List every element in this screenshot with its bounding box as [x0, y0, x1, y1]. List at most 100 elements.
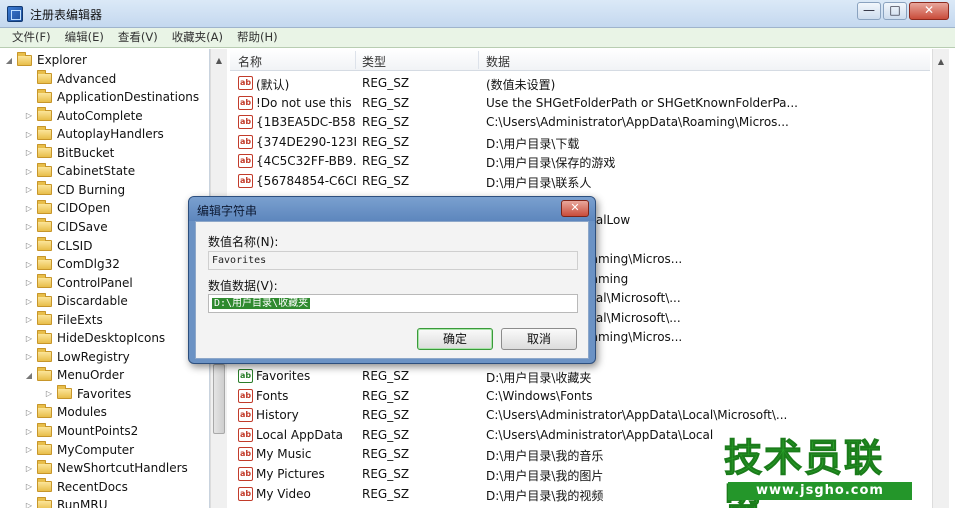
value-name: My Video	[256, 486, 311, 501]
tree-item-label: RunMRU	[57, 498, 108, 508]
tree-item-newshortcuthandlers[interactable]: ▷ NewShortcutHandlers	[24, 459, 188, 477]
expand-arrow-icon[interactable]: ▷	[24, 167, 34, 176]
menu-view[interactable]: 查看(V)	[118, 28, 158, 47]
column-divider[interactable]	[355, 51, 356, 69]
tree-item-cidsave[interactable]: ▷ CIDSave	[24, 218, 108, 236]
tree-item-fileexts[interactable]: ▷ FileExts	[24, 311, 103, 329]
tree-item-label: NewShortcutHandlers	[57, 461, 188, 476]
expand-arrow-icon[interactable]: ▷	[24, 297, 34, 306]
expand-arrow-icon[interactable]: ▷	[24, 427, 34, 436]
dialog-close-button[interactable]: ✕	[561, 200, 589, 217]
list-row[interactable]: ab{56784854-C6CB... REG_SZ D:\用户目录\联系人	[230, 172, 930, 192]
tree-item-modules[interactable]: ▷ Modules	[24, 403, 107, 421]
list-row[interactable]: ab History REG_SZ C:\Users\Administrator\Ap…	[230, 406, 930, 426]
menu-file[interactable]: 文件(F)	[12, 28, 51, 47]
scroll-up-arrow-icon[interactable]: ▲	[211, 53, 227, 69]
expand-arrow-icon[interactable]: ▷	[24, 445, 34, 454]
column-header-data[interactable]: 数据	[486, 53, 510, 70]
value-name: {56784854-C6CB...	[256, 173, 356, 188]
expand-arrow-icon[interactable]: ▷	[24, 278, 34, 287]
tree-item-discardable[interactable]: ▷ Discardable	[24, 292, 128, 310]
scroll-up-arrow-icon[interactable]: ▲	[933, 57, 949, 66]
menu-edit[interactable]: 编辑(E)	[65, 28, 104, 47]
list-row[interactable]: ab Favorites REG_SZ D:\用户目录\收藏夹	[230, 367, 930, 387]
column-header-name[interactable]: 名称	[238, 53, 262, 70]
column-divider[interactable]	[478, 51, 479, 69]
expand-arrow-icon[interactable]: ▷	[24, 260, 34, 269]
tree-item-label: BitBucket	[57, 145, 115, 160]
expand-arrow-icon[interactable]: ▷	[24, 111, 34, 120]
list-row[interactable]: ab {4C5C32FF-BB9... REG_SZ D:\用户目录\保存的游戏	[230, 152, 930, 172]
tree-item-cabinetstate[interactable]: ▷ CabinetState	[24, 162, 135, 180]
tree-item-label: ComDlg32	[57, 257, 120, 272]
tree-item-label: CLSID	[57, 238, 93, 253]
ok-button[interactable]: 确定	[417, 328, 493, 350]
tree-item-label: MyComputer	[57, 442, 135, 457]
expand-arrow-icon[interactable]: ▷	[24, 241, 34, 250]
collapse-arrow-icon[interactable]: ◢	[4, 56, 14, 65]
registry-tree: ◢ Explorer Advanced ApplicationDestinations…	[0, 49, 210, 508]
folder-icon	[37, 255, 52, 270]
value-data-input[interactable]: D:\用户目录\收藏夹	[208, 294, 578, 313]
close-button[interactable]: ✕	[909, 2, 949, 20]
list-row[interactable]: ab !Do not use this ... REG_SZ Use the SHGe…	[230, 94, 930, 114]
expand-arrow-icon[interactable]: ▷	[24, 130, 34, 139]
expand-arrow-icon[interactable]: ▷	[24, 482, 34, 491]
maximize-button[interactable]: □	[883, 2, 907, 20]
tree-item-menuorder[interactable]: ◢ MenuOrder	[24, 366, 124, 384]
tree-item-label: MenuOrder	[57, 368, 125, 383]
tree-item-mycomputer[interactable]: ▷ MyComputer	[24, 441, 134, 459]
tree-item-cidopen[interactable]: ▷ CIDOpen	[24, 199, 110, 217]
tree-item-clsid[interactable]: ▷ CLSID	[24, 237, 92, 255]
expand-arrow-icon[interactable]: ▷	[24, 352, 34, 361]
tree-item-hidedesktopicons[interactable]: ▷ HideDesktopIcons	[24, 329, 165, 347]
folder-icon	[37, 329, 52, 344]
tree-item-label: ControlPanel	[57, 275, 133, 290]
folder-icon	[37, 366, 52, 381]
expand-arrow-icon[interactable]: ▷	[24, 408, 34, 417]
tree-item-applicationdestinations[interactable]: ApplicationDestinations	[24, 88, 199, 106]
column-header-type[interactable]: 类型	[362, 53, 386, 70]
expand-arrow-icon[interactable]: ▷	[24, 185, 34, 194]
menu-help[interactable]: 帮助(H)	[237, 28, 278, 47]
expand-arrow-icon[interactable]: ▷	[24, 501, 34, 508]
expand-arrow-icon[interactable]: ▷	[24, 334, 34, 343]
value-name: !Do not use this ...	[256, 95, 356, 110]
tree-item-label: RecentDocs	[57, 479, 128, 494]
list-row[interactable]: ab Fonts REG_SZ C:\Windows\Fonts	[230, 387, 930, 407]
list-row[interactable]: ab {1B3EA5DC-B58... REG_SZ C:\Users\Adminis…	[230, 113, 930, 133]
minimize-button[interactable]: —	[857, 2, 881, 20]
expand-arrow-icon[interactable]: ▷	[24, 148, 34, 157]
cancel-button[interactable]: 取消	[501, 328, 577, 350]
tree-item-autoplayhandlers[interactable]: ▷ AutoplayHandlers	[24, 125, 164, 143]
expand-arrow-icon[interactable]: ▷	[24, 222, 34, 231]
menu-bar: 文件(F) 编辑(E) 查看(V) 收藏夹(A) 帮助(H)	[0, 28, 955, 48]
tree-item-bitbucket[interactable]: ▷ BitBucket	[24, 144, 114, 162]
value-name: My Music	[256, 447, 312, 462]
tree-scroll-thumb[interactable]	[213, 364, 225, 434]
tree-item-autocomplete[interactable]: ▷ AutoComplete	[24, 107, 143, 125]
tree-item-favorites[interactable]: ▷ Favorites	[44, 385, 131, 403]
tree-item-cd-burning[interactable]: ▷ CD Burning	[24, 181, 125, 199]
tree-item-explorer[interactable]: ◢ Explorer	[4, 51, 87, 69]
dialog-title-bar[interactable]: 编辑字符串 ✕	[189, 197, 595, 221]
tree-item-advanced[interactable]: Advanced	[24, 70, 116, 88]
value-name: (默认)	[256, 78, 290, 92]
expand-arrow-icon[interactable]: ▷	[24, 464, 34, 473]
tree-item-controlpanel[interactable]: ▷ ControlPanel	[24, 274, 133, 292]
expand-arrow-icon[interactable]: ▷	[24, 315, 34, 324]
tree-item-mountpoints2[interactable]: ▷ MountPoints2	[24, 422, 138, 440]
tree-item-lowregistry[interactable]: ▷ LowRegistry	[24, 348, 130, 366]
tree-item-runmru[interactable]: ▷ RunMRU	[24, 496, 107, 508]
window-controls: — □ ✕	[857, 2, 949, 20]
expand-arrow-icon[interactable]: ▷	[44, 389, 54, 398]
menu-favorites[interactable]: 收藏夹(A)	[172, 28, 223, 47]
list-row[interactable]: ab{374DE290-123F... REG_SZ D:\用户目录\下载	[230, 133, 930, 153]
expand-arrow-icon[interactable]: ▷	[24, 204, 34, 213]
tree-item-recentdocs[interactable]: ▷ RecentDocs	[24, 478, 128, 496]
string-value-icon: ab	[238, 427, 253, 442]
list-row[interactable]: ab (默认) REG_SZ (数值未设置)	[230, 74, 930, 94]
list-scrollbar[interactable]: ▲	[932, 49, 949, 508]
tree-item-comdlg32[interactable]: ▷ ComDlg32	[24, 255, 120, 273]
collapse-arrow-icon[interactable]: ◢	[24, 371, 34, 380]
